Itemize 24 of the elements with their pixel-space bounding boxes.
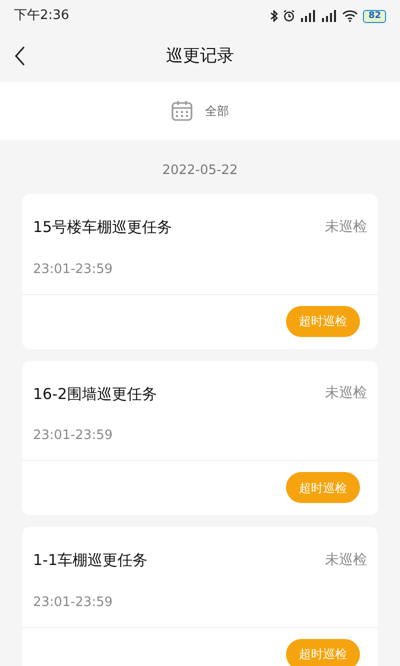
task-card[interactable]: 16-2围墙巡更任务 未巡检 23:01-23:59 超时巡检 (22, 360, 378, 515)
task-card[interactable]: 1-1车棚巡更任务 未巡检 23:01-23:59 超时巡检 (22, 527, 378, 666)
wifi-icon (342, 10, 358, 22)
task-title: 1-1车棚巡更任务 (33, 550, 148, 571)
back-button[interactable] (14, 46, 26, 66)
task-time: 23:01-23:59 (33, 428, 113, 443)
task-title: 16-2围墙巡更任务 (33, 384, 158, 404)
task-status: 未巡检 (325, 384, 367, 404)
task-time: 23:01-23:59 (33, 262, 113, 276)
task-time: 23:01-23:59 (33, 594, 113, 610)
task-card[interactable]: 15号楼车棚巡更任务 未巡检 23:01-23:59 超时巡检 (22, 194, 378, 348)
task-status: 未巡检 (325, 218, 367, 237)
page-title: 巡更记录 (166, 45, 234, 68)
status-time: 下午2:36 (14, 7, 70, 26)
calendar-icon[interactable] (171, 100, 193, 122)
task-title: 15号楼车棚巡更任务 (33, 217, 172, 238)
signal-icon (300, 10, 316, 22)
date-heading: 2022-05-22 (162, 163, 238, 178)
signal-icon (321, 10, 338, 22)
task-status: 未巡检 (325, 550, 367, 570)
bluetooth-icon (270, 10, 278, 22)
battery-indicator: 82 (363, 10, 386, 22)
filter-label[interactable]: 全部 (205, 102, 229, 120)
alarm-icon (283, 10, 296, 22)
